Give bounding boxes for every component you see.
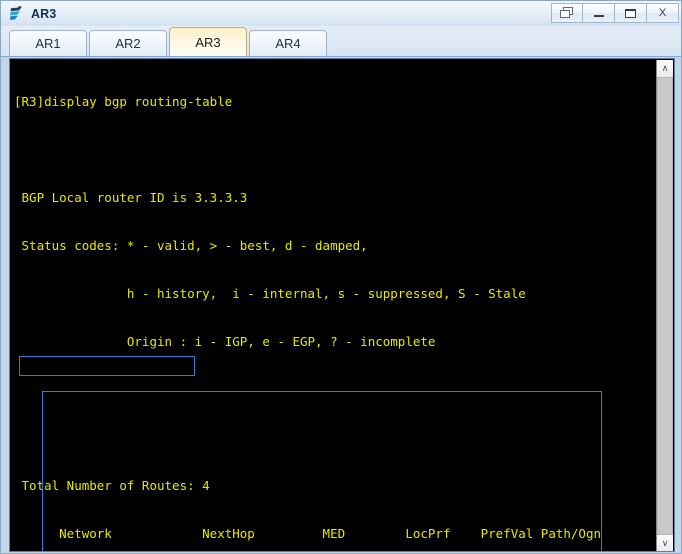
titlebar-left-group: AR3 <box>1 5 56 22</box>
close-button[interactable]: X <box>647 3 679 23</box>
minimize-icon <box>593 15 604 17</box>
terminal-line: [R3]display bgp routing-table <box>14 94 233 109</box>
tab-ar4[interactable]: AR4 <box>249 30 327 56</box>
terminal-panel: [R3]display bgp routing-table BGP Local … <box>1 56 681 553</box>
chevron-down-icon: ∨ <box>661 538 669 548</box>
scrollbar-thumb[interactable] <box>657 77 673 535</box>
terminal-line: Total Number of Routes: 4 <box>14 478 210 493</box>
tab-ar1-label: AR1 <box>35 36 61 51</box>
window-controls: X <box>551 3 679 23</box>
terminal-window: AR3 X AR1 AR2 AR3 AR4 [R3]display bgp ro… <box>0 0 682 554</box>
terminal-line: Status codes: * - valid, > - best, d - d… <box>14 238 368 253</box>
window-titlebar: AR3 X <box>1 1 681 26</box>
restore-windows-button[interactable] <box>551 3 583 23</box>
close-icon: X <box>658 6 667 19</box>
scrollbar-up-button[interactable]: ∧ <box>657 60 673 77</box>
tab-ar2-label: AR2 <box>115 36 141 51</box>
router-icon <box>8 5 25 22</box>
scrollbar-down-button[interactable]: ∨ <box>657 535 673 551</box>
terminal-console[interactable]: [R3]display bgp routing-table BGP Local … <box>9 58 675 552</box>
terminal-output: [R3]display bgp routing-table BGP Local … <box>14 62 654 551</box>
device-tab-bar: AR1 AR2 AR3 AR4 <box>1 26 681 56</box>
tab-ar3[interactable]: AR3 <box>169 27 247 56</box>
cascade-windows-icon <box>560 7 574 19</box>
maximize-button[interactable] <box>615 3 647 23</box>
maximize-icon <box>625 8 636 18</box>
tab-ar4-label: AR4 <box>275 36 301 51</box>
terminal-line: Origin : i - IGP, e - EGP, ? - incomplet… <box>14 334 436 349</box>
terminal-scrollbar[interactable]: ∧ ∨ <box>656 60 673 551</box>
tab-ar1[interactable]: AR1 <box>9 30 87 56</box>
tab-ar3-label: AR3 <box>195 34 221 50</box>
terminal-line: BGP Local router ID is 3.3.3.3 <box>14 190 248 205</box>
chevron-up-icon: ∧ <box>661 63 669 73</box>
minimize-button[interactable] <box>583 3 615 23</box>
tab-ar2[interactable]: AR2 <box>89 30 167 56</box>
scrollbar-track[interactable] <box>657 77 673 535</box>
terminal-line: h - history, i - internal, s - suppresse… <box>14 286 526 301</box>
window-title: AR3 <box>31 6 57 21</box>
terminal-table-header: Network NextHop MED LocPrf PrefVal Path/… <box>14 526 601 541</box>
